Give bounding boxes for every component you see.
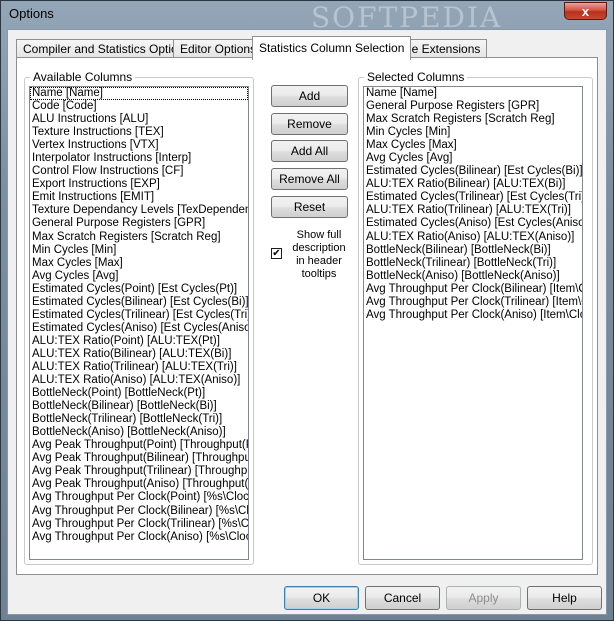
list-item[interactable]: BottleNeck(Point) [BottleNeck(Pt)] (30, 387, 248, 400)
selected-columns-list[interactable]: Name [Name] General Purpose Registers [GP… (363, 86, 583, 560)
list-item[interactable]: Estimated Cycles(Trilinear) [Est Cycles(… (30, 309, 248, 322)
list-item[interactable]: BottleNeck(Trilinear) [BottleNeck(Tri)] (364, 257, 582, 270)
list-item[interactable]: BottleNeck(Bilinear) [BottleNeck(Bi)] (30, 400, 248, 413)
checkmark-icon: ✔ (272, 248, 281, 259)
list-item[interactable]: BottleNeck(Aniso) [BottleNeck(Aniso)] (30, 426, 248, 439)
tab-editor-options[interactable]: Editor Options (173, 39, 264, 59)
list-item[interactable]: BottleNeck(Trilinear) [BottleNeck(Tri)] (30, 413, 248, 426)
cancel-button[interactable]: Cancel (365, 586, 440, 610)
list-item[interactable]: Texture Instructions [TEX] (30, 126, 248, 139)
list-item[interactable]: Avg Throughput Per Clock(Aniso) [%s\Cloc… (30, 531, 248, 544)
list-item[interactable]: ALU:TEX Ratio(Aniso) [ALU:TEX(Aniso)] (364, 231, 582, 244)
close-icon: x (581, 4, 590, 19)
list-item[interactable]: Name [Name] (364, 87, 582, 100)
list-item[interactable]: Texture Dependancy Levels [TexDependenc (30, 204, 248, 217)
apply-button[interactable]: Apply (446, 586, 521, 610)
show-full-description-checkbox[interactable]: ✔ (271, 248, 282, 259)
list-item[interactable]: Avg Throughput Per Clock(Bilinear) [Item… (364, 283, 582, 296)
list-item[interactable]: Avg Peak Throughput(Aniso) [Throughput(A… (30, 478, 248, 491)
list-item[interactable]: Avg Cycles [Avg] (364, 152, 582, 165)
list-item[interactable]: Code [Code] (30, 100, 248, 113)
list-item[interactable]: ALU:TEX Ratio(Point) [ALU:TEX(Pt)] (30, 335, 248, 348)
close-button[interactable]: x (564, 2, 607, 20)
list-item[interactable]: ALU:TEX Ratio(Aniso) [ALU:TEX(Aniso)] (30, 374, 248, 387)
list-item[interactable]: ALU Instructions [ALU] (30, 113, 248, 126)
ok-button[interactable]: OK (284, 586, 359, 610)
list-item[interactable]: Avg Throughput Per Clock(Aniso) [Item\Cl… (364, 309, 582, 322)
list-item[interactable]: ALU:TEX Ratio(Trilinear) [ALU:TEX(Tri)] (364, 204, 582, 217)
list-item[interactable]: ALU:TEX Ratio(Trilinear) [ALU:TEX(Tri)] (30, 361, 248, 374)
list-item[interactable]: Control Flow Instructions [CF] (30, 165, 248, 178)
remove-button[interactable]: Remove (271, 113, 348, 135)
list-item[interactable]: Avg Throughput Per Clock(Trilinear) [Ite… (364, 296, 582, 309)
options-dialog: Options SOFTPEDIA x Compiler and Statist… (0, 0, 614, 621)
list-item[interactable]: General Purpose Registers [GPR] (364, 100, 582, 113)
list-item[interactable]: Min Cycles [Min] (30, 244, 248, 257)
tab-panel: Available Columns Name [Name] Code [Code]… (16, 57, 598, 575)
list-item[interactable]: Avg Throughput Per Clock(Bilinear) [%s\C… (30, 505, 248, 518)
list-item[interactable]: Estimated Cycles(Point) [Est Cycles(Pt)] (30, 283, 248, 296)
list-item[interactable]: Interpolator Instructions [Interp] (30, 152, 248, 165)
selected-columns-label: Selected Columns (364, 70, 468, 84)
show-full-description-label: Show full description in header tooltips (292, 229, 346, 280)
list-item[interactable]: Max Scratch Registers [Scratch Reg] (364, 113, 582, 126)
add-all-button[interactable]: Add All (271, 140, 348, 162)
list-item[interactable]: Export Instructions [EXP] (30, 178, 248, 191)
tab-compiler-statistics[interactable]: Compiler and Statistics Options (16, 39, 198, 59)
list-item[interactable]: Name [Name] (30, 87, 248, 101)
list-item[interactable]: Estimated Cycles(Bilinear) [Est Cycles(B… (364, 165, 582, 178)
list-item[interactable]: Estimated Cycles(Trilinear) [Est Cycles(… (364, 191, 582, 204)
tab-statistics-column-selection[interactable]: Statistics Column Selection (252, 36, 412, 60)
list-item[interactable]: Max Cycles [Max] (30, 257, 248, 270)
list-item[interactable]: ALU:TEX Ratio(Bilinear) [ALU:TEX(Bi)] (364, 178, 582, 191)
list-item[interactable]: Avg Peak Throughput(Trilinear) [Throughp… (30, 465, 248, 478)
available-columns-label: Available Columns (30, 70, 136, 84)
list-item[interactable]: Max Scratch Registers [Scratch Reg] (30, 231, 248, 244)
available-columns-list[interactable]: Name [Name] Code [Code] ALU Instructions [… (29, 86, 249, 560)
help-button[interactable]: Help (527, 586, 602, 610)
dialog-client: Compiler and Statistics Options Editor O… (7, 29, 607, 615)
list-item[interactable]: Avg Peak Throughput(Bilinear) [Throughpu… (30, 452, 248, 465)
list-item[interactable]: General Purpose Registers [GPR] (30, 217, 248, 230)
list-item[interactable]: Min Cycles [Min] (364, 126, 582, 139)
list-item[interactable]: Avg Cycles [Avg] (30, 270, 248, 283)
list-item[interactable]: Emit Instructions [EMIT] (30, 191, 248, 204)
list-item[interactable]: BottleNeck(Aniso) [BottleNeck(Aniso)] (364, 270, 582, 283)
reset-button[interactable]: Reset (271, 196, 348, 218)
list-item[interactable]: Vertex Instructions [VTX] (30, 139, 248, 152)
title-bar[interactable]: Options SOFTPEDIA x (1, 1, 613, 34)
list-item[interactable]: Estimated Cycles(Bilinear) [Est Cycles(B… (30, 296, 248, 309)
remove-all-button[interactable]: Remove All (271, 168, 348, 190)
list-item[interactable]: Avg Throughput Per Clock(Trilinear) [%s\… (30, 518, 248, 531)
list-item[interactable]: Max Cycles [Max] (364, 139, 582, 152)
add-button[interactable]: Add (271, 85, 348, 107)
list-item[interactable]: Estimated Cycles(Aniso) [Est Cycles(Anis… (30, 322, 248, 335)
list-item[interactable]: BottleNeck(Bilinear) [BottleNeck(Bi)] (364, 244, 582, 257)
list-item[interactable]: Avg Peak Throughput(Point) [Throughput(P… (30, 439, 248, 452)
window-title: Options (9, 6, 54, 21)
list-item[interactable]: Avg Throughput Per Clock(Point) [%s\Cloc… (30, 491, 248, 504)
list-item[interactable]: ALU:TEX Ratio(Bilinear) [ALU:TEX(Bi)] (30, 348, 248, 361)
list-item[interactable]: Estimated Cycles(Aniso) [Est Cycles(Anis… (364, 217, 582, 230)
